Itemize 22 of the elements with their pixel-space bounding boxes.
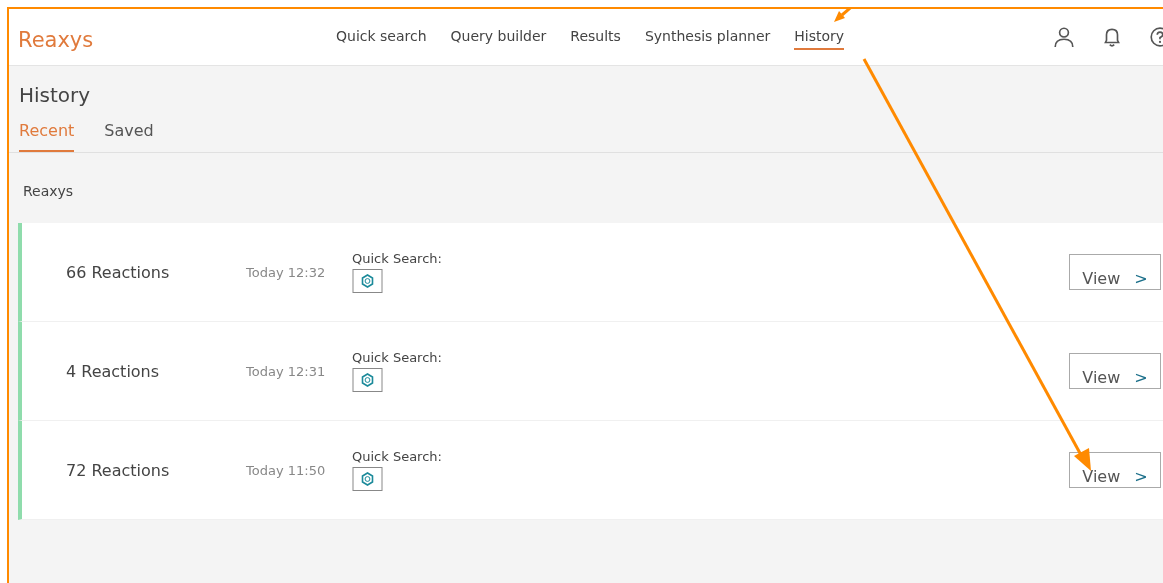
section-label: Reaxys	[22, 182, 75, 201]
timestamp: Today 11:50	[246, 462, 327, 478]
query-label: Quick Search:	[352, 350, 442, 365]
result-count[interactable]: 72 Reactions	[22, 460, 246, 480]
nav-link[interactable]: Results	[570, 24, 621, 50]
tab[interactable]: Saved	[104, 121, 154, 152]
query-label: Quick Search:	[352, 251, 442, 266]
timestamp: Today 12:32	[246, 264, 327, 280]
nav-link[interactable]: Synthesis planner	[644, 24, 771, 50]
view-button[interactable]: View >	[1069, 353, 1161, 389]
timestamp: Today 12:31	[246, 363, 327, 379]
user-icon[interactable]	[1053, 26, 1075, 48]
bell-icon[interactable]	[1101, 26, 1123, 48]
nav-link[interactable]: History	[794, 24, 845, 50]
result-count[interactable]: 4 Reactions	[22, 361, 246, 381]
query-label: Quick Search:	[352, 449, 442, 464]
view-button[interactable]: View >	[1069, 452, 1161, 488]
nav-link[interactable]: Quick search	[336, 24, 427, 50]
result-count[interactable]: 66 Reactions	[22, 262, 246, 282]
nav-link[interactable]: Query builder	[450, 24, 547, 50]
view-button[interactable]: View >	[1069, 254, 1161, 290]
page-title: History	[18, 82, 92, 107]
